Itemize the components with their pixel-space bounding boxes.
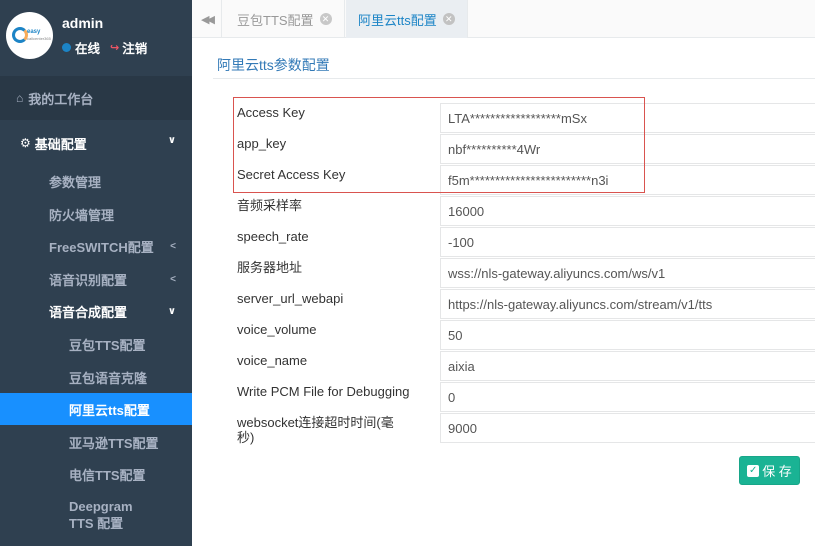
save-button[interactable]: ✓ 保 存 — [739, 456, 800, 485]
logout-icon[interactable]: ↪ — [110, 41, 119, 54]
nav-workbench-label: 我的工作台 — [28, 91, 94, 107]
home-icon: ⌂ — [16, 91, 24, 105]
online-dot-icon — [62, 43, 71, 52]
tab-label: 豆包TTS配置 — [237, 12, 314, 28]
server-url-input[interactable]: wss://nls-gateway.aliyuncs.com/ws/v1 — [440, 258, 815, 288]
form-row-voice-volume: voice_volume 50 — [233, 316, 815, 350]
form-row-voice-name: voice_name aixia — [233, 347, 815, 381]
sample-rate-input[interactable]: 16000 — [440, 196, 815, 226]
form-row-app-key: app_key nbf**********4Wr — [233, 130, 815, 164]
panel-title: 阿里云tts参数配置 — [217, 57, 330, 73]
divider — [213, 78, 815, 79]
chevron-left-icon: < — [170, 240, 176, 252]
sidebar-item-aliyun-tts[interactable]: 阿里云tts配置 — [0, 393, 192, 425]
sidebar-item-telecom-tts[interactable]: 电信TTS配置 — [0, 458, 192, 490]
ws-timeout-input[interactable]: 9000 — [440, 413, 815, 443]
field-label: Write PCM File for Debugging — [237, 384, 410, 399]
form-row-ws-timeout: websocket连接超时时间(毫秒) 9000 — [233, 409, 815, 449]
logo-text: easy — [27, 29, 41, 35]
field-label: server_url_webapi — [237, 291, 344, 306]
form-row-server-url-webapi: server_url_webapi https://nls-gateway.al… — [233, 285, 815, 319]
field-label: Secret Access Key — [237, 167, 346, 182]
field-label: 音频采样率 — [237, 198, 303, 213]
form-row-server-url: 服务器地址 wss://nls-gateway.aliyuncs.com/ws/… — [233, 254, 815, 288]
form-row-speech-rate: speech_rate -100 — [233, 223, 815, 257]
close-icon[interactable]: ✕ — [442, 13, 455, 25]
sidebar-item-label: 豆包TTS配置 — [69, 337, 146, 353]
sidebar-item-label: 豆包语音克隆 — [69, 370, 148, 386]
secret-access-key-input[interactable]: f5m************************n3i — [440, 165, 815, 195]
logout-link[interactable]: 注销 — [122, 38, 147, 57]
sidebar-item-label: 阿里云tts配置 — [69, 402, 150, 418]
user-status-line: 在线 ↪ 注销 — [62, 38, 147, 57]
server-url-webapi-input[interactable]: https://nls-gateway.aliyuncs.com/stream/… — [440, 289, 815, 319]
nav-group-label: 基础配置 — [34, 136, 87, 152]
field-label: app_key — [237, 136, 287, 151]
sidebar-item-deepgram-tts[interactable]: Deepgram TTS 配置 — [0, 492, 192, 534]
sidebar-item-doubao-tts[interactable]: 豆包TTS配置 — [0, 328, 192, 360]
close-icon[interactable]: ✕ — [319, 13, 332, 25]
logo-subtext: callcenter365 — [27, 36, 51, 41]
sidebar-item-label: 防火墙管理 — [49, 207, 115, 223]
form-row-sample-rate: 音频采样率 16000 — [233, 192, 815, 226]
tab-scroll-left-icon[interactable]: ◀◀ — [192, 0, 222, 38]
tab-bar: ◀◀ 豆包TTS配置 ✕ 阿里云tts配置 ✕ — [192, 0, 815, 38]
sidebar-item-params[interactable]: 参数管理 — [0, 165, 192, 197]
sidebar-item-label: 参数管理 — [49, 174, 102, 190]
nav-group-basic-config[interactable]: ⚙ 基础配置 ∨ — [0, 120, 192, 166]
tab-doubao-tts[interactable]: 豆包TTS配置 ✕ — [225, 0, 345, 38]
sidebar: easy callcenter365 admin 在线 ↪ 注销 ⌂ 我的工作台… — [0, 0, 192, 546]
tab-label: 阿里云tts配置 — [358, 12, 437, 28]
sidebar-item-doubao-clone[interactable]: 豆包语音克隆 — [0, 361, 192, 393]
field-label: 服务器地址 — [237, 260, 303, 275]
field-label: voice_volume — [237, 322, 317, 337]
sidebar-item-tts[interactable]: 语音合成配置 ∨ — [0, 295, 192, 327]
chevron-left-icon: < — [170, 273, 176, 285]
sidebar-item-label: Deepgram TTS 配置 — [69, 499, 133, 531]
app-key-input[interactable]: nbf**********4Wr — [440, 134, 815, 164]
tab-aliyun-tts[interactable]: 阿里云tts配置 ✕ — [346, 0, 468, 38]
chevron-down-icon: ∨ — [167, 305, 176, 317]
field-label: speech_rate — [237, 229, 309, 244]
sidebar-item-label: FreeSWITCH配置 — [49, 239, 154, 255]
voice-volume-input[interactable]: 50 — [440, 320, 815, 350]
voice-name-input[interactable]: aixia — [440, 351, 815, 381]
sidebar-item-firewall[interactable]: 防火墙管理 — [0, 198, 192, 230]
sidebar-item-asr[interactable]: 语音识别配置 < — [0, 263, 192, 295]
access-key-input[interactable]: LTA******************mSx — [440, 103, 815, 133]
sidebar-item-amazon-tts[interactable]: 亚马逊TTS配置 — [0, 426, 192, 458]
online-status: 在线 — [75, 42, 101, 56]
speech-rate-input[interactable]: -100 — [440, 227, 815, 257]
username: admin — [62, 15, 104, 31]
form-row-access-key: Access Key LTA******************mSx — [233, 99, 815, 133]
sidebar-item-label: 语音合成配置 — [49, 304, 128, 320]
sidebar-item-label: 语音识别配置 — [49, 272, 128, 288]
field-label: websocket连接超时时间(毫秒) — [237, 415, 394, 445]
nav-workbench[interactable]: ⌂ 我的工作台 — [0, 76, 192, 120]
field-label: voice_name — [237, 353, 308, 368]
field-label: Access Key — [237, 105, 305, 120]
sidebar-item-freeswitch[interactable]: FreeSWITCH配置 < — [0, 230, 192, 262]
sidebar-item-label: 电信TTS配置 — [69, 467, 146, 483]
chevron-down-icon: ∨ — [167, 135, 176, 146]
check-icon: ✓ — [747, 464, 760, 477]
sidebar-item-label: 亚马逊TTS配置 — [69, 435, 159, 451]
form-row-secret-key: Secret Access Key f5m*******************… — [233, 161, 815, 195]
save-button-label: 保 存 — [762, 464, 792, 479]
settings-icon: ⚙ — [20, 136, 31, 150]
form-row-write-pcm: Write PCM File for Debugging 0 — [233, 378, 815, 412]
user-panel: easy callcenter365 admin 在线 ↪ 注销 — [0, 0, 192, 76]
write-pcm-input[interactable]: 0 — [440, 382, 815, 412]
logo-icon — [12, 27, 28, 43]
avatar[interactable]: easy callcenter365 — [6, 12, 53, 59]
